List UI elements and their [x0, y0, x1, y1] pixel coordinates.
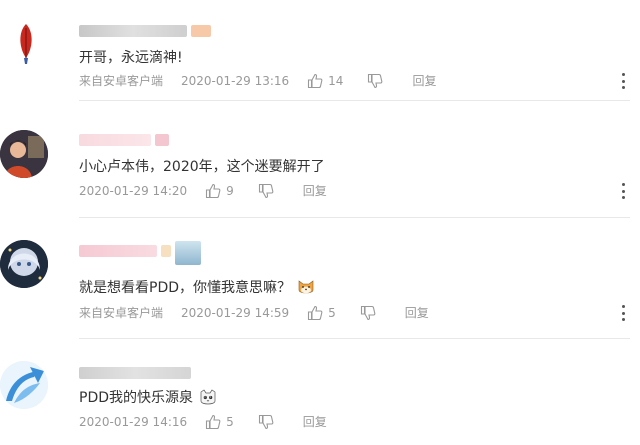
- comment-meta: 来自安卓客户端 2020-01-29 14:59 5 回复: [79, 304, 453, 321]
- avatar[interactable]: [0, 240, 48, 288]
- comment-text: 开哥，永远滴神!: [79, 50, 183, 66]
- source-label: 来自安卓客户端: [79, 306, 164, 320]
- like-count: 14: [328, 73, 344, 88]
- thumbs-down-icon: [368, 73, 383, 88]
- crying-cat-emoji: [200, 389, 216, 405]
- like-button[interactable]: 5: [205, 414, 234, 430]
- thumbs-down-icon: [258, 183, 274, 198]
- thumbs-down-icon: [258, 414, 274, 429]
- dislike-button[interactable]: [360, 305, 381, 321]
- comment-text: PDD我的快乐源泉: [79, 387, 217, 407]
- like-button[interactable]: 5: [307, 305, 336, 321]
- thumbs-up-icon: [206, 414, 221, 429]
- more-options-icon[interactable]: [620, 183, 626, 199]
- like-count: 5: [328, 305, 336, 320]
- comment-meta: 来自安卓客户端 2020-01-29 13:16 14 回复: [79, 72, 460, 89]
- more-options-icon[interactable]: [620, 73, 626, 89]
- more-options-icon[interactable]: [620, 305, 626, 321]
- comment-text: 就是想看看PDD，你懂我意思嘛？: [79, 277, 315, 297]
- dislike-button[interactable]: [258, 414, 279, 430]
- dislike-button[interactable]: [258, 183, 279, 199]
- thumbs-up-icon: [308, 305, 323, 320]
- username-masked[interactable]: [79, 133, 169, 147]
- reply-button[interactable]: 回复: [303, 182, 327, 199]
- avatar[interactable]: [0, 130, 48, 178]
- reply-button[interactable]: 回复: [303, 413, 327, 430]
- like-button[interactable]: 9: [205, 183, 234, 199]
- thumbs-up-icon: [308, 73, 323, 88]
- reply-button[interactable]: 回复: [412, 72, 436, 89]
- source-label: 来自安卓客户端: [79, 74, 164, 88]
- thumbs-down-icon: [360, 305, 376, 320]
- dislike-button[interactable]: [367, 73, 388, 89]
- anime-girl-photo: [0, 240, 48, 288]
- person-photo: [0, 130, 48, 178]
- avatar[interactable]: [2, 18, 50, 66]
- blue-arrow-logo: [0, 361, 48, 409]
- timestamp: 2020-01-29 13:16: [181, 73, 290, 88]
- divider: [79, 217, 630, 218]
- comment-text: 小心卢本伟，2020年，这个迷要解开了: [79, 159, 325, 175]
- timestamp: 2020-01-29 14:16: [79, 414, 188, 429]
- comment-meta: 2020-01-29 14:16 5 回复: [79, 413, 351, 430]
- thumbs-up-icon: [206, 183, 221, 198]
- like-count: 9: [226, 183, 234, 198]
- like-button[interactable]: 14: [307, 73, 343, 89]
- red-feather-icon: [20, 24, 32, 64]
- like-count: 5: [226, 414, 234, 429]
- timestamp: 2020-01-29 14:59: [181, 305, 290, 320]
- username-masked[interactable]: [79, 366, 191, 380]
- comment-meta: 2020-01-29 14:20 9 回复: [79, 182, 351, 199]
- divider: [79, 100, 630, 101]
- timestamp: 2020-01-29 14:20: [79, 183, 188, 198]
- divider: [79, 338, 630, 339]
- avatar[interactable]: [0, 361, 48, 409]
- username-masked[interactable]: [79, 241, 201, 265]
- shiba-dog-emoji: [298, 280, 314, 294]
- username-masked[interactable]: [79, 24, 211, 38]
- reply-button[interactable]: 回复: [405, 304, 429, 321]
